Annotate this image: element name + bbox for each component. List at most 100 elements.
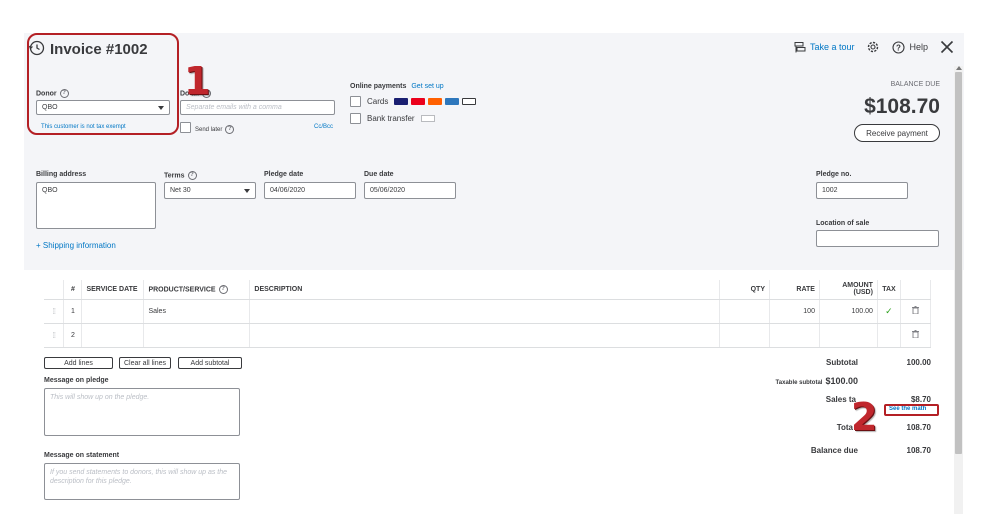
terms-select[interactable]: Net 30 <box>164 182 256 199</box>
qty-cell[interactable] <box>719 299 770 324</box>
pledge-date-value: 04/06/2020 <box>270 187 306 194</box>
description-cell[interactable] <box>249 323 721 348</box>
cards-label: Cards <box>367 97 389 106</box>
subtotal-label: Subtotal <box>826 358 858 367</box>
pledge-no-label: Pledge no. <box>816 171 852 178</box>
message-on-statement-label: Message on statement <box>44 452 120 459</box>
online-payments-label: Online payments <box>350 83 407 90</box>
line-items-table: # SERVICE DATE PRODUCT/SERVICE? DESCRIPT… <box>44 280 932 348</box>
table-row[interactable]: ⁞⁞ 2 <box>44 323 932 348</box>
qty-cell[interactable] <box>719 323 770 348</box>
online-payments: Online payments Get set up <box>350 83 444 90</box>
product-service-cell[interactable] <box>143 323 251 348</box>
pledge-no-value: 1002 <box>822 187 838 194</box>
drag-handle[interactable]: ⁞⁞ <box>44 323 65 348</box>
billing-address-value: QBO <box>42 187 58 194</box>
send-later-checkbox[interactable] <box>180 122 191 133</box>
info-icon[interactable]: ? <box>225 125 235 134</box>
visa-icon <box>394 98 409 105</box>
col-header-number: # <box>63 280 83 300</box>
info-icon[interactable]: ? <box>187 171 197 180</box>
gear-icon[interactable] <box>866 40 880 54</box>
bank-transfer-checkbox[interactable] <box>350 113 361 124</box>
table-header-row: # SERVICE DATE PRODUCT/SERVICE? DESCRIPT… <box>44 280 932 300</box>
clear-all-lines-button[interactable]: Clear all lines <box>119 357 171 369</box>
apple-pay-icon <box>462 98 477 105</box>
amount-cell[interactable]: 100.00 <box>819 299 878 324</box>
annotation-box-1 <box>27 33 179 135</box>
annotation-number-1: 1 <box>184 59 211 103</box>
description-cell[interactable] <box>249 299 721 324</box>
cc-bcc-link[interactable]: Cc/Bcc <box>314 124 333 130</box>
service-date-cell[interactable] <box>81 299 145 324</box>
message-on-pledge-label: Message on pledge <box>44 377 109 384</box>
annotation-number-2: 2 <box>851 395 878 439</box>
message-on-pledge-input[interactable]: This will show up on the pledge. <box>44 388 240 436</box>
donor-email-placeholder: Separate emails with a comma <box>186 104 282 111</box>
service-date-cell[interactable] <box>81 323 145 348</box>
message-on-statement-input[interactable]: If you send statements to donors, this w… <box>44 463 240 500</box>
sales-tax-value: $8.70 <box>910 395 931 404</box>
rate-cell[interactable]: 100 <box>769 299 820 324</box>
table-row[interactable]: ⁞⁞ 1 Sales 100 100.00 ✓ <box>44 299 932 324</box>
receive-payment-button[interactable]: Receive payment <box>854 124 940 142</box>
get-set-up-link[interactable]: Get set up <box>411 83 443 90</box>
info-icon[interactable]: ? <box>218 284 228 294</box>
trash-icon[interactable] <box>911 306 919 314</box>
billing-address-input[interactable]: QBO <box>36 182 156 229</box>
drag-handle[interactable]: ⁞⁞ <box>44 299 65 324</box>
amount-cell[interactable] <box>819 323 878 348</box>
add-lines-button[interactable]: Add lines <box>44 357 113 369</box>
trash-icon[interactable] <box>911 330 919 338</box>
balance-due-total-value: 108.70 <box>906 446 931 455</box>
due-date-input[interactable]: 05/06/2020 <box>364 182 456 199</box>
location-of-sale-label: Location of sale <box>816 220 870 227</box>
help-button[interactable]: ? Help <box>892 40 928 54</box>
subtotal-value: 100.00 <box>906 358 931 367</box>
scroll-up-icon[interactable] <box>956 66 962 70</box>
pledge-date-label: Pledge date <box>264 171 304 178</box>
card-logos <box>394 98 477 105</box>
location-of-sale-input[interactable] <box>816 230 939 247</box>
close-icon[interactable] <box>940 40 954 54</box>
taxable-subtotal: Taxable subtotal $100.00 <box>776 376 858 386</box>
grip-icon: ⁞⁞ <box>52 306 57 316</box>
col-header-amount: AMOUNT (USD) <box>819 280 878 300</box>
svg-text:?: ? <box>897 43 902 52</box>
discover-icon <box>428 98 443 105</box>
col-header-description: DESCRIPTION <box>249 280 721 300</box>
scrollbar-thumb[interactable] <box>955 72 962 454</box>
taxable-subtotal-value: $100.00 <box>825 376 858 386</box>
product-service-cell[interactable]: Sales <box>143 299 251 324</box>
cards-checkbox[interactable] <box>350 96 361 107</box>
billing-address-label: Billing address <box>36 171 87 178</box>
send-later-text: Send later <box>195 127 223 134</box>
amex-icon <box>445 98 460 105</box>
row-number: 2 <box>63 323 83 348</box>
checkmark-icon: ✓ <box>885 305 893 316</box>
total-value: 108.70 <box>906 423 931 432</box>
send-later-label: Send later? <box>195 125 235 134</box>
take-tour-label: Take a tour <box>809 42 855 52</box>
tax-cell[interactable] <box>877 323 901 348</box>
annotation-box-2 <box>884 404 939 416</box>
delete-cell[interactable] <box>900 299 932 324</box>
bank-transfer-label: Bank transfer <box>367 114 415 123</box>
terms-label: Terms? <box>164 171 197 180</box>
pledge-no-input[interactable]: 1002 <box>816 182 908 199</box>
rate-cell[interactable] <box>769 323 820 348</box>
pledge-date-input[interactable]: 04/06/2020 <box>264 182 356 199</box>
add-subtotal-button[interactable]: Add subtotal <box>178 357 242 369</box>
col-header-tax: TAX <box>877 280 901 300</box>
tax-cell[interactable]: ✓ <box>877 299 901 324</box>
due-date-value: 05/06/2020 <box>370 187 406 194</box>
mastercard-icon <box>411 98 426 105</box>
take-tour-link[interactable]: Take a tour <box>794 41 855 53</box>
delete-cell[interactable] <box>900 323 932 348</box>
shipping-information-link[interactable]: + Shipping information <box>36 241 116 250</box>
help-icon: ? <box>892 40 906 54</box>
col-header-service-date: SERVICE DATE <box>81 280 145 300</box>
balance-due-total-label: Balance due <box>810 446 858 455</box>
grip-col-header <box>44 280 65 300</box>
balance-due-label: BALANCE DUE <box>890 81 940 88</box>
